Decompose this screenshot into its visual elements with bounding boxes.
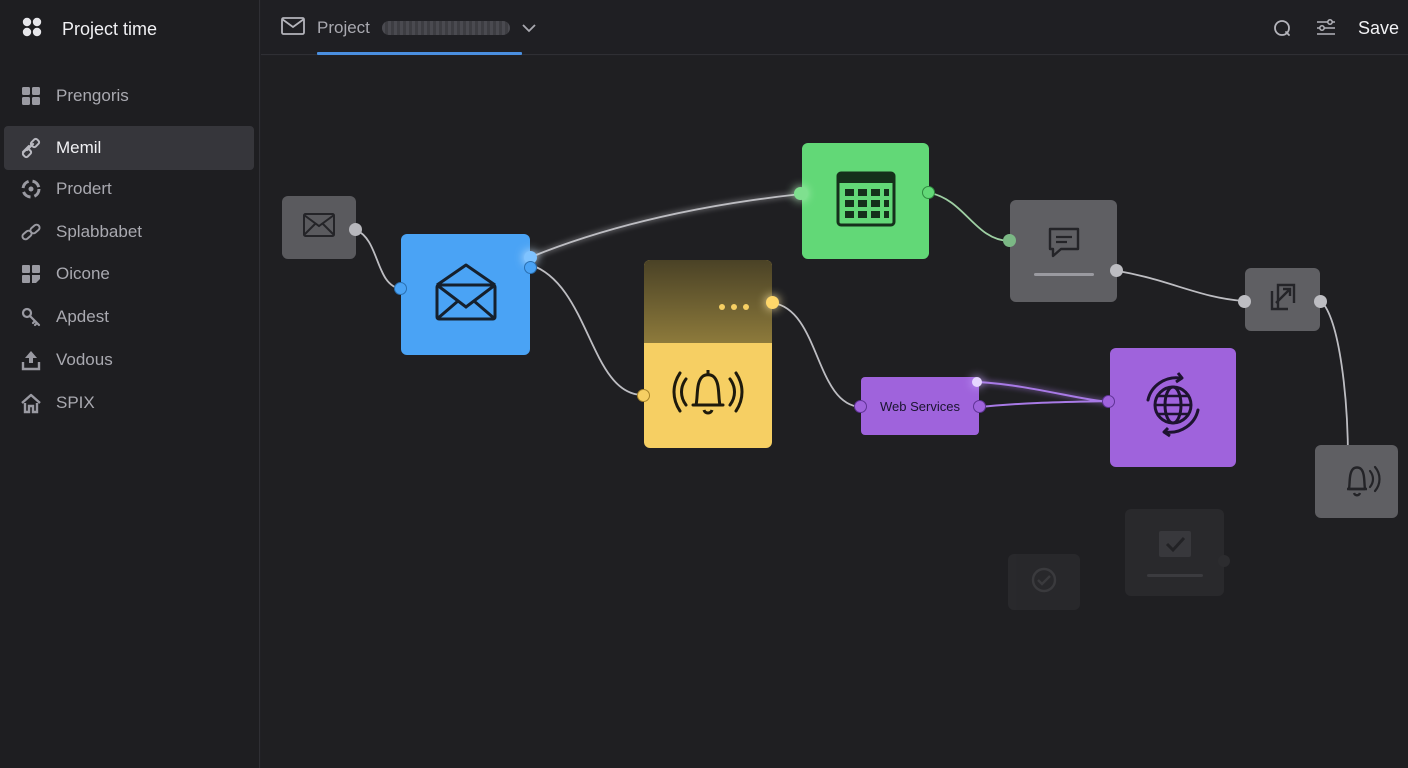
sidebar-item-memil[interactable]: Memil xyxy=(4,126,254,170)
port-out[interactable] xyxy=(349,223,362,236)
node-globe-sync[interactable] xyxy=(1110,348,1236,467)
brand[interactable]: Project time xyxy=(20,14,157,44)
node-message[interactable] xyxy=(1010,200,1117,302)
sidebar-item-splabbabet[interactable]: Splabbabet xyxy=(4,210,254,254)
sidebar-item-label: Memil xyxy=(56,138,102,157)
bell-ringing-icon xyxy=(1332,459,1382,504)
house-icon xyxy=(20,392,42,414)
share-arrows-icon xyxy=(1266,281,1300,318)
top-actions: Save xyxy=(1270,14,1399,42)
tiles-icon xyxy=(20,263,42,285)
search-icon[interactable] xyxy=(1270,16,1294,40)
app-logo-icon xyxy=(20,15,44,44)
node-label: Web Services xyxy=(880,398,960,414)
chat-bubble-icon xyxy=(1047,226,1081,263)
node-faded-sync[interactable] xyxy=(1008,554,1080,610)
port-out[interactable] xyxy=(1218,555,1230,567)
more-dots-icon[interactable] xyxy=(718,298,752,316)
divider-line xyxy=(1033,273,1094,276)
sidebar-item-label: Oicone xyxy=(56,264,110,283)
bell-ringing-icon xyxy=(672,365,744,426)
app-title: Project time xyxy=(62,18,158,39)
port-out[interactable] xyxy=(1110,264,1123,277)
sidebar-item-vodous[interactable]: Vodous xyxy=(4,338,254,382)
sidebar-item-prengoris[interactable]: Prengoris xyxy=(4,74,254,118)
node-email[interactable] xyxy=(401,234,530,355)
check-circle-icon xyxy=(1029,565,1059,600)
node-faded-approval[interactable] xyxy=(1125,509,1224,596)
project-name-redacted xyxy=(381,21,510,35)
node-notification[interactable] xyxy=(644,260,772,448)
sidebar-item-prodert[interactable]: Prodert xyxy=(4,167,254,211)
node-mail-trigger[interactable] xyxy=(282,196,356,259)
sidebar-item-label: Prengoris xyxy=(56,86,129,105)
active-tab-indicator xyxy=(317,52,522,55)
port-in[interactable] xyxy=(1003,234,1016,247)
globe-sync-icon xyxy=(1138,370,1208,445)
port-out[interactable] xyxy=(922,186,935,199)
port-in[interactable] xyxy=(637,389,650,402)
spreadsheet-icon xyxy=(835,170,897,233)
port-in[interactable] xyxy=(1238,295,1251,308)
top-bar: Project Save xyxy=(261,0,1408,55)
sidebar-item-apdest[interactable]: Apdest xyxy=(4,295,254,339)
node-share[interactable] xyxy=(1245,268,1320,331)
node-spreadsheet[interactable] xyxy=(802,143,929,259)
port-in[interactable] xyxy=(1102,395,1115,408)
link-icon xyxy=(20,137,42,159)
sidebar-item-label: Apdest xyxy=(56,307,109,326)
envelope-icon xyxy=(433,261,499,328)
sidebar: Project time Prengoris Memil Prodert Spl… xyxy=(0,0,260,768)
port-in[interactable] xyxy=(794,187,807,200)
sidebar-item-label: Splabbabet xyxy=(56,222,143,241)
sidebar-item-label: SPIX xyxy=(56,393,95,412)
settings-sliders-icon[interactable] xyxy=(1314,16,1338,40)
project-selector[interactable]: Project xyxy=(281,14,536,42)
project-label: Project xyxy=(317,18,370,37)
sidebar-item-oicone[interactable]: Oicone xyxy=(4,252,254,296)
node-alert[interactable] xyxy=(1315,445,1398,518)
upload-icon xyxy=(20,349,42,371)
port-out[interactable] xyxy=(766,296,779,309)
mail-icon xyxy=(281,16,305,40)
cycle-icon xyxy=(20,178,42,200)
save-button[interactable]: Save xyxy=(1358,18,1399,39)
port-out[interactable] xyxy=(524,261,537,274)
envelope-icon xyxy=(302,212,336,243)
chain-icon xyxy=(20,221,42,243)
port-in[interactable] xyxy=(394,282,407,295)
port-out[interactable] xyxy=(972,377,982,387)
key-icon xyxy=(20,306,42,328)
sidebar-item-label: Vodous xyxy=(56,350,113,369)
sidebar-item-label: Prodert xyxy=(56,179,112,198)
node-header xyxy=(644,260,772,343)
port-out[interactable] xyxy=(973,400,986,413)
sidebar-item-spix[interactable]: SPIX xyxy=(4,381,254,425)
grid-icon xyxy=(20,85,42,107)
chevron-down-icon xyxy=(522,18,536,38)
port-in[interactable] xyxy=(854,400,867,413)
divider-line xyxy=(1146,573,1203,577)
checkbox-icon xyxy=(1157,529,1193,564)
port-out[interactable] xyxy=(1314,295,1327,308)
node-web-services[interactable]: Web Services xyxy=(861,377,979,435)
